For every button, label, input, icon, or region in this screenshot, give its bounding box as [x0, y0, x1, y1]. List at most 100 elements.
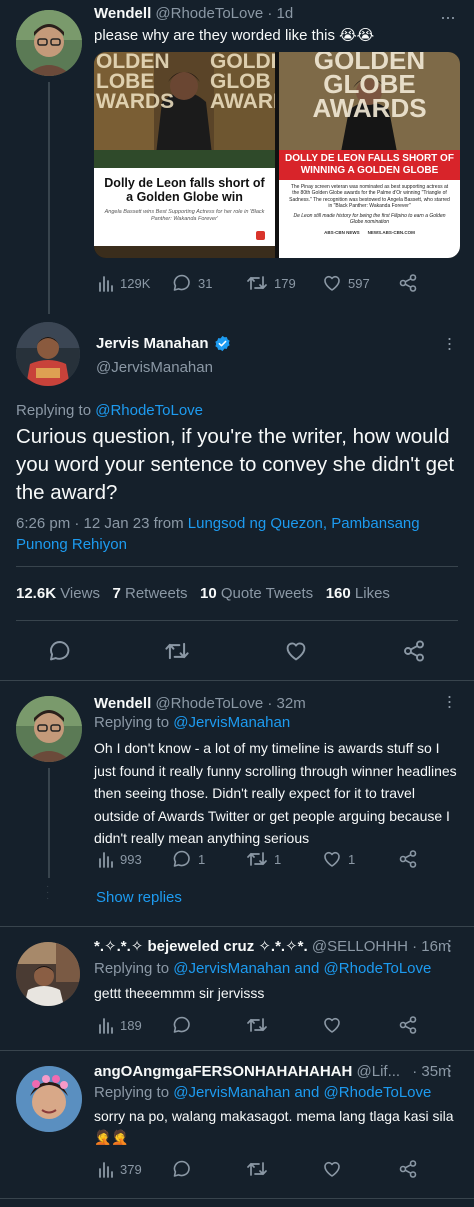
thread-line	[48, 768, 50, 878]
publisher-logo-icon	[256, 231, 265, 240]
author-name[interactable]: angOAngmgaFERSONHAHAHAHAH	[94, 1063, 352, 1080]
location-link[interactable]: Punong Rehiyon	[16, 536, 127, 553]
retweets-count: 1	[274, 851, 282, 867]
author-handle[interactable]: @RhodeToLove	[155, 695, 263, 712]
author-name[interactable]: *.✧.*.✧ bejeweled cruz ✧.*.✧*.	[94, 938, 308, 955]
more-dots-icon[interactable]: ···	[444, 931, 454, 959]
bg-text: OLDEN	[96, 52, 170, 73]
media-image-2[interactable]: GOLDEN GLOBE AWARDS DOLLY DE LEON FALLS …	[279, 52, 460, 258]
more-dots-icon[interactable]: ···	[444, 329, 454, 357]
image-headline: Dolly de Leon falls short of a Golden Gl…	[104, 176, 265, 204]
replying-to-link[interactable]: @RhodeToLove	[324, 960, 432, 977]
author-name[interactable]: Wendell	[94, 5, 151, 22]
avatar-jervis[interactable]	[16, 322, 80, 386]
image-subtext: Angela Bassett wins Best Supporting Actr…	[104, 209, 265, 222]
bar-chart-icon	[99, 1018, 113, 1034]
avatar-lif[interactable]	[16, 1066, 82, 1132]
views-action[interactable]: 189	[98, 1016, 142, 1034]
like-action[interactable]: 597	[322, 273, 370, 293]
like-action[interactable]	[322, 1015, 342, 1035]
replying-and: and	[294, 1084, 320, 1101]
avatar-wendell[interactable]	[16, 696, 82, 762]
replying-prefix: Replying to	[94, 960, 170, 977]
more-dots-icon[interactable]: ···	[444, 1056, 454, 1084]
views-count: 189	[120, 1017, 142, 1033]
tweet-time[interactable]: · 32m	[267, 695, 305, 712]
replying-to-link[interactable]: @RhodeToLove	[95, 402, 203, 419]
reply-text: sorry na po, walang makasagot. mema lang…	[94, 1108, 454, 1145]
views-action[interactable]: 379	[98, 1160, 142, 1178]
media-image-1[interactable]: OLDEN LOBE WARDS GOLDE GLOB AWARD Dolly …	[94, 52, 275, 258]
reply-action[interactable]	[172, 1159, 192, 1179]
location-link[interactable]: Pambansang	[331, 515, 419, 532]
views-action[interactable]: 129K	[98, 274, 150, 292]
likes-count: 1	[348, 851, 356, 867]
likes-count: 597	[348, 275, 370, 291]
avatar-sellohhh[interactable]	[16, 942, 80, 1006]
heart-icon	[286, 642, 306, 661]
author-handle[interactable]: @Lif...	[357, 1063, 401, 1080]
replies-count: 31	[198, 275, 213, 291]
like-action[interactable]: 1	[322, 849, 355, 869]
like-action[interactable]	[284, 639, 308, 663]
author-handle[interactable]: @SELLOHHH	[312, 938, 408, 955]
retweets-stat[interactable]: 7 Retweets	[112, 585, 187, 602]
show-replies-link[interactable]: Show replies	[96, 888, 182, 908]
views-action[interactable]: 993	[98, 850, 142, 868]
divider	[0, 1198, 474, 1199]
tweet-timestamp[interactable]: 6:26 pm · 12 Jan 23 from	[16, 515, 184, 532]
views-stat[interactable]: 12.6K Views	[16, 585, 100, 602]
bg-text: GLOB	[210, 70, 271, 93]
replying-to-link[interactable]: @JervisManahan	[173, 714, 290, 731]
reply-action[interactable]	[172, 1015, 192, 1035]
reply-action[interactable]: 31	[172, 273, 212, 293]
retweet-action[interactable]	[246, 1015, 268, 1035]
bg-text: AWARD	[210, 90, 275, 113]
tweet-media[interactable]: OLDEN LOBE WARDS GOLDE GLOB AWARD Dolly …	[94, 52, 460, 258]
replying-to-link[interactable]: @JervisManahan	[173, 960, 290, 977]
retweet-action[interactable]	[246, 1159, 268, 1179]
share-action[interactable]	[398, 1015, 418, 1035]
likes-label: Likes	[354, 585, 390, 602]
avatar-wendell[interactable]	[16, 10, 82, 76]
image-headline: DOLLY DE LEON FALLS SHORT OF WINNING A G…	[285, 153, 454, 176]
author-name[interactable]: Wendell	[94, 695, 151, 712]
views-count: 12.6K	[16, 585, 57, 602]
thread-more-dots: · · ·	[46, 881, 50, 904]
retweet-icon	[165, 642, 189, 660]
more-dots-icon[interactable]: ···	[440, 8, 456, 26]
likes-stat[interactable]: 160 Likes	[326, 585, 390, 602]
share-action[interactable]	[402, 639, 426, 663]
replying-to-link[interactable]: @RhodeToLove	[324, 1084, 432, 1101]
speech-bubble-icon	[173, 1160, 190, 1177]
more-dots-icon[interactable]: ···	[444, 687, 454, 715]
main-tweet-text: Curious question, if you're the writer, …	[16, 425, 455, 504]
author-name[interactable]: Jervis Manahan	[96, 335, 209, 352]
speech-bubble-icon	[173, 274, 190, 291]
likes-count: 160	[325, 585, 351, 602]
retweet-action[interactable]: 1	[246, 849, 281, 869]
location-link[interactable]: Lungsod ng Quezon,	[188, 515, 327, 532]
verified-badge-icon	[214, 335, 230, 352]
share-icon	[399, 1160, 417, 1178]
heart-icon	[324, 1017, 340, 1033]
reply-action[interactable]: 1	[172, 849, 205, 869]
tweet-time[interactable]: · 1d	[267, 5, 293, 22]
share-action[interactable]	[398, 849, 418, 869]
like-action[interactable]	[322, 1159, 342, 1179]
replying-prefix: Replying to	[94, 714, 170, 731]
share-icon	[404, 640, 424, 662]
quotes-stat[interactable]: 10 Quote Tweets	[200, 585, 313, 602]
retweet-action[interactable]: 179	[246, 273, 296, 293]
retweet-action[interactable]	[164, 639, 190, 663]
replying-to-link[interactable]: @JervisManahan	[173, 1084, 290, 1101]
bar-chart-icon	[99, 1162, 113, 1178]
bar-chart-icon	[99, 852, 113, 868]
author-handle[interactable]: @RhodeToLove	[155, 5, 263, 22]
author-handle[interactable]: @JervisManahan	[96, 358, 213, 378]
image-footer: De Leon still made history for being the…	[293, 213, 446, 226]
share-action[interactable]	[398, 1159, 418, 1179]
share-action[interactable]	[398, 273, 418, 293]
reply-action[interactable]	[48, 639, 72, 663]
replying-and: and	[294, 960, 320, 977]
